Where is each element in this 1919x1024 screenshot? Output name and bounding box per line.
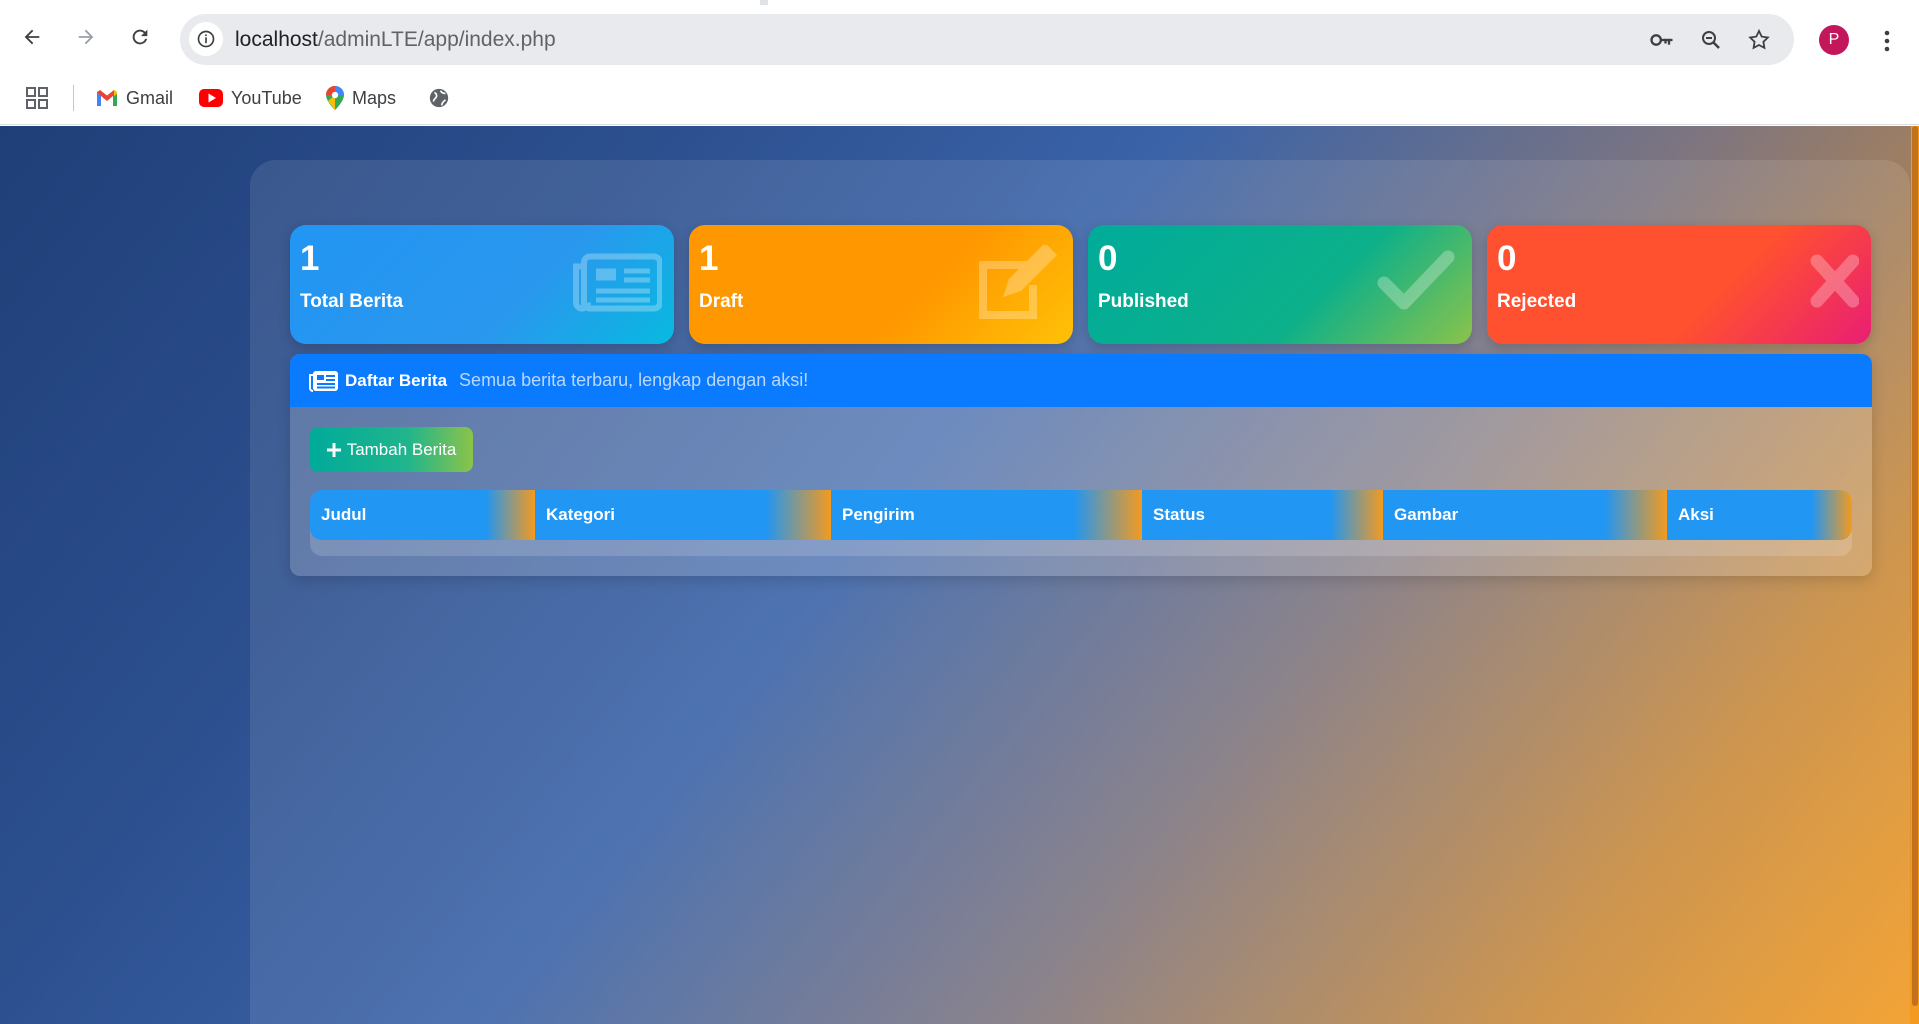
key-icon bbox=[1650, 34, 1673, 46]
apps-button[interactable] bbox=[26, 83, 48, 113]
site-info-button[interactable] bbox=[189, 22, 223, 56]
stat-value: 1 bbox=[300, 239, 320, 278]
bookmark-youtube[interactable]: YouTube bbox=[199, 83, 302, 113]
column-header-aksi[interactable]: Aksi bbox=[1667, 490, 1852, 540]
column-header-judul[interactable]: Judul bbox=[310, 490, 535, 540]
info-icon bbox=[197, 30, 215, 48]
zoom-button[interactable] bbox=[1697, 26, 1725, 54]
panel-title: Daftar Berita bbox=[345, 370, 448, 390]
page-viewport: 1 Total Berita 1 Draft 0 Published 0 Rej… bbox=[0, 126, 1919, 1024]
stat-card-draft: 1 Draft bbox=[689, 225, 1073, 344]
url-host: localhost bbox=[235, 28, 318, 51]
times-icon bbox=[1810, 254, 1859, 308]
bookmarks-bar: Gmail YouTube Maps bbox=[0, 75, 1919, 125]
url-text: localhost/adminLTE/app/index.php bbox=[235, 28, 556, 52]
reload-button[interactable] bbox=[122, 19, 158, 55]
password-key-button[interactable] bbox=[1648, 26, 1676, 54]
star-icon bbox=[1748, 28, 1770, 50]
url-path: /adminLTE/app/index.php bbox=[317, 28, 556, 51]
column-header-pengirim[interactable]: Pengirim bbox=[831, 490, 1142, 540]
bookmark-label: Gmail bbox=[126, 87, 174, 108]
back-button[interactable] bbox=[14, 19, 50, 55]
column-header-gambar[interactable]: Gambar bbox=[1383, 490, 1667, 540]
arrow-right-icon bbox=[78, 29, 94, 45]
news-list-panel: Daftar Berita Semua berita terbaru, leng… bbox=[290, 354, 1872, 576]
stat-label: Total Berita bbox=[300, 291, 404, 312]
bookmark-label: Maps bbox=[352, 87, 397, 108]
column-header-status[interactable]: Status bbox=[1142, 490, 1383, 540]
table-header-row: Judul Kategori Pengirim Status Gambar Ak… bbox=[310, 490, 1852, 540]
stat-card-published: 0 Published bbox=[1088, 225, 1472, 344]
forward-button[interactable] bbox=[68, 19, 104, 55]
youtube-icon bbox=[199, 89, 223, 107]
stat-value: 0 bbox=[1098, 239, 1118, 278]
stat-label: Published bbox=[1098, 291, 1189, 312]
content-wrapper: 1 Total Berita 1 Draft 0 Published 0 Rej… bbox=[250, 160, 1910, 1024]
browser-menu-button[interactable] bbox=[1872, 23, 1902, 59]
stat-label: Rejected bbox=[1497, 291, 1577, 312]
panel-header: Daftar Berita Semua berita terbaru, leng… bbox=[290, 354, 1872, 407]
stat-value: 1 bbox=[699, 239, 719, 278]
more-vert-icon bbox=[1884, 30, 1890, 52]
panel-subtitle: Semua berita terbaru, lengkap dengan aks… bbox=[459, 370, 809, 390]
newspaper-icon bbox=[309, 370, 338, 392]
stat-card-rejected: 0 Rejected bbox=[1487, 225, 1871, 344]
add-news-label: Tambah Berita bbox=[346, 439, 457, 459]
arrow-left-icon bbox=[24, 29, 40, 45]
bookmark-star-button[interactable] bbox=[1745, 26, 1773, 54]
news-table: Judul Kategori Pengirim Status Gambar Ak… bbox=[310, 490, 1852, 556]
edit-icon bbox=[979, 245, 1057, 319]
apps-grid-icon bbox=[26, 87, 48, 109]
add-news-button[interactable]: Tambah Berita bbox=[310, 427, 473, 472]
bookmark-maps[interactable]: Maps bbox=[326, 83, 396, 113]
newspaper-icon bbox=[573, 253, 662, 312]
reload-icon bbox=[132, 29, 148, 45]
browser-toolbar: localhost/adminLTE/app/index.php P bbox=[0, 5, 1919, 75]
gmail-icon bbox=[97, 90, 117, 106]
maps-icon bbox=[326, 86, 344, 110]
profile-avatar[interactable]: P bbox=[1819, 25, 1849, 55]
address-bar[interactable]: localhost/adminLTE/app/index.php bbox=[180, 14, 1794, 65]
zoom-icon bbox=[1702, 31, 1720, 49]
bookmarks-separator bbox=[73, 85, 74, 111]
scrollbar-thumb[interactable] bbox=[1912, 126, 1918, 1006]
check-icon bbox=[1377, 250, 1455, 310]
bookmark-globe[interactable] bbox=[428, 83, 450, 113]
stat-value: 0 bbox=[1497, 239, 1517, 278]
bookmark-label: YouTube bbox=[231, 87, 302, 108]
stat-label: Draft bbox=[699, 291, 744, 312]
plus-icon bbox=[326, 442, 341, 457]
globe-icon bbox=[429, 88, 449, 108]
stat-card-total: 1 Total Berita bbox=[290, 225, 674, 344]
bookmark-gmail[interactable]: Gmail bbox=[96, 83, 173, 113]
column-header-kategori[interactable]: Kategori bbox=[535, 490, 831, 540]
